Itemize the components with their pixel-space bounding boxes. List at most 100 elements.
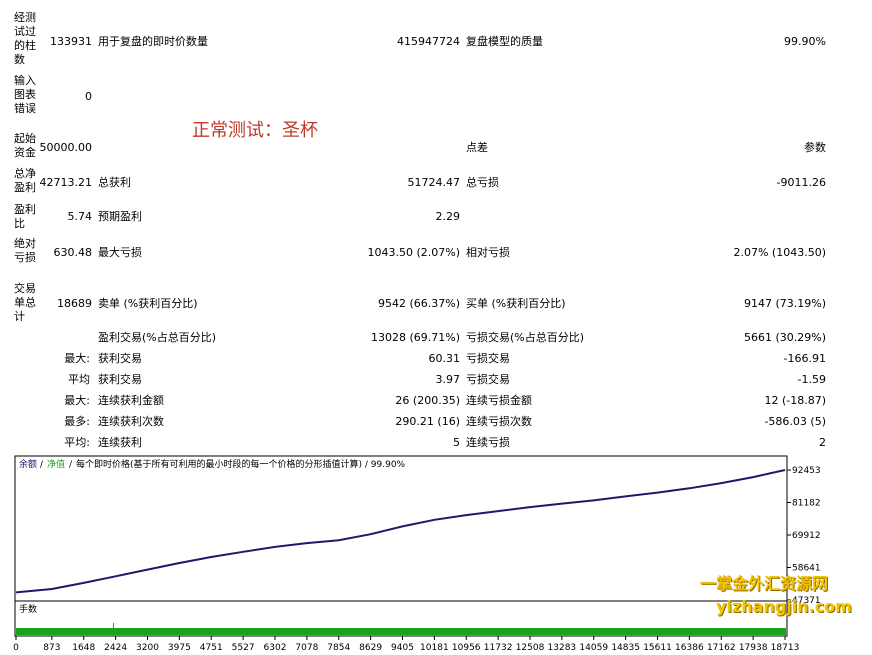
x-tick-label: 15611 <box>643 643 672 653</box>
trades-value: 18689 <box>57 297 92 310</box>
average-loss-value: -1.59 <box>797 373 826 386</box>
lots-spike <box>113 623 114 628</box>
chart-frame <box>14 455 788 602</box>
avgcons-win-value: 5 <box>453 436 460 449</box>
site-url: yizhangjin.com <box>716 597 852 616</box>
rel-dd-label: 相对亏损 <box>466 246 510 259</box>
x-tick-label: 12508 <box>516 643 545 653</box>
maxcons-win-value: 26 (200.35) <box>395 394 460 407</box>
lots-bar <box>16 628 786 635</box>
legend-description: 每个即时价格(基于所有可利用的最小时段的每一个价格的分形插值计算) / 99.9… <box>76 458 406 470</box>
x-tick-label: 6302 <box>264 643 287 653</box>
short-label: 卖单 (%获利百分比) <box>98 297 198 310</box>
x-tick-label: 13283 <box>548 643 577 653</box>
largest-loss-value: -166.91 <box>783 352 826 365</box>
win-trades-value: 13028 (69.71%) <box>370 331 460 344</box>
balance-chart: 余额 / 净值 / 每个即时价格(基于所有可利用的最小时段的每一个价格的分形插值… <box>13 455 821 653</box>
x-tick-label: 3200 <box>136 643 159 653</box>
maxcons-prefix: 最大: <box>64 394 90 407</box>
x-tick-label: 2424 <box>104 643 127 653</box>
x-tick-label: 14835 <box>611 643 640 653</box>
trades-label: 交易单总计 <box>14 282 36 323</box>
loss-trades-label: 亏损交易(%占总百分比) <box>466 331 585 344</box>
x-tick-label: 17162 <box>707 643 736 653</box>
x-tick-label: 10181 <box>420 643 449 653</box>
maxcons-loss-value: 12 (-18.87) <box>764 394 826 407</box>
x-tick-label: 1648 <box>72 643 95 653</box>
long-label: 买单 (%获利百分比) <box>466 297 566 310</box>
dd-value: 630.48 <box>53 246 93 259</box>
x-tick-label: 873 <box>43 643 60 653</box>
dd-label: 绝对亏损 <box>14 237 36 264</box>
y-tick-label: 92453 <box>792 466 821 476</box>
expected-label: 预期盈利 <box>98 210 142 223</box>
bars-label: 经测试过的柱数 <box>14 11 36 66</box>
gross-loss-label: 总亏损 <box>466 176 499 189</box>
x-tick-label: 4751 <box>200 643 223 653</box>
errors-label: 输入图表错误 <box>14 74 36 115</box>
largest-prefix: 最大: <box>64 352 90 365</box>
deposit-value: 50000.00 <box>39 141 93 154</box>
x-tick-label: 7854 <box>327 643 350 653</box>
spread-label: 点差 <box>466 141 488 154</box>
long-value: 9147 (73.19%) <box>743 297 826 310</box>
average-win-value: 3.97 <box>435 373 461 386</box>
win-trades-label: 盈利交易(%占总百分比) <box>98 331 217 344</box>
ticks-label: 用于复盘的即时价数量 <box>98 35 208 48</box>
x-tick-label: 3975 <box>168 643 191 653</box>
loss-trades-value: 5661 (30.29%) <box>743 331 826 344</box>
pf-value: 5.74 <box>67 210 93 223</box>
largest-loss-label: 亏损交易 <box>466 352 510 365</box>
maximal-loss-value: -586.03 (5) <box>764 415 826 428</box>
maximal-win-value: 290.21 (16) <box>395 415 460 428</box>
avgcons-loss-value: 2 <box>819 436 826 449</box>
expected-value: 2.29 <box>435 210 461 223</box>
gross-profit-label: 总获利 <box>98 176 131 189</box>
x-axis: 0 873 1648 2424 3200 3975 4751 5527 6302 7078 7854… <box>13 636 799 653</box>
legend-equity: 净值 <box>47 458 65 470</box>
avgcons-prefix: 平均: <box>64 436 90 449</box>
rel-dd-value: 2.07% (1043.50) <box>733 246 826 259</box>
max-dd-value: 1043.50 (2.07%) <box>367 246 460 259</box>
bars-value: 133931 <box>50 35 92 48</box>
quality-label: 复盘模型的质量 <box>466 35 543 48</box>
largest-win-value: 60.31 <box>428 352 461 365</box>
x-tick-label: 9405 <box>391 643 414 653</box>
x-tick-label: 5527 <box>232 643 255 653</box>
y-tick-label: 69912 <box>792 531 821 541</box>
x-tick-label: 0 <box>13 643 19 653</box>
legend-balance: 余额 <box>19 458 37 470</box>
avgcons-win-label: 连续获利 <box>98 436 142 449</box>
spread-value: 参数 <box>804 141 826 154</box>
maximal-loss-label: 连续亏损次数 <box>466 415 532 428</box>
x-tick-label: 7078 <box>295 643 318 653</box>
gross-profit-value: 51724.47 <box>407 176 461 189</box>
test-watermark: 正常测试：圣杯 <box>192 120 318 141</box>
short-value: 9542 (66.37%) <box>377 297 460 310</box>
maxcons-loss-label: 连续亏损金额 <box>466 394 532 407</box>
quality-value: 99.90% <box>784 35 826 48</box>
y-tick-label: 81182 <box>792 499 821 509</box>
average-prefix: 平均 <box>68 373 90 386</box>
max-dd-label: 最大亏损 <box>98 246 142 259</box>
x-tick-label: 14059 <box>579 643 608 653</box>
maximal-win-label: 连续获利次数 <box>98 415 164 428</box>
avgcons-loss-label: 连续亏损 <box>466 436 510 449</box>
maxcons-win-label: 连续获利金额 <box>98 394 164 407</box>
site-brand: 一掌金外汇资源网 <box>700 574 829 593</box>
net-value: 42713.21 <box>39 176 93 189</box>
errors-value: 0 <box>85 90 92 103</box>
largest-win-label: 获利交易 <box>98 352 142 365</box>
lots-label: 手数 <box>19 603 37 615</box>
x-tick-label: 11732 <box>484 643 513 653</box>
x-tick-label: 16386 <box>675 643 704 653</box>
x-tick-label: 18713 <box>771 643 800 653</box>
x-tick-label: 8629 <box>359 643 382 653</box>
pf-label: 盈利比 <box>14 203 36 230</box>
x-tick-label: 10956 <box>452 643 481 653</box>
gross-loss-value: -9011.26 <box>776 176 826 189</box>
x-tick-label: 17938 <box>739 643 768 653</box>
average-loss-label: 亏损交易 <box>466 373 510 386</box>
maximal-prefix: 最多: <box>64 415 90 428</box>
ticks-value: 415947724 <box>397 35 460 48</box>
